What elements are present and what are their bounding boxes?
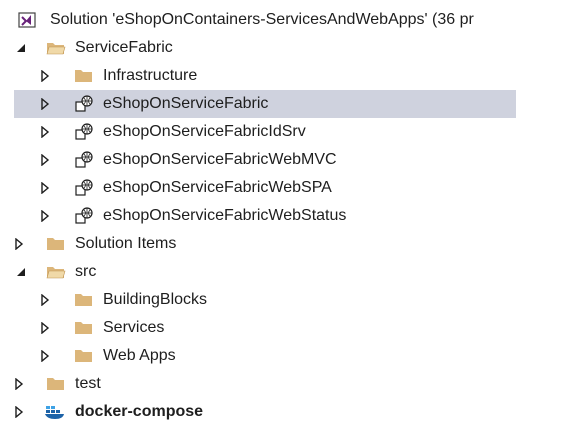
service-fabric-project-icon: [74, 95, 94, 113]
tree-row-web-apps[interactable]: Web Apps: [0, 342, 564, 370]
folder-icon: [74, 319, 94, 337]
collapsed-arrow-icon[interactable]: [38, 286, 52, 314]
tree-item-label: Web Apps: [103, 347, 176, 364]
collapsed-arrow-icon[interactable]: [12, 370, 26, 398]
tree-item-label: src: [75, 263, 97, 280]
collapsed-arrow-icon[interactable]: [38, 118, 52, 146]
tree-item-label: BuildingBlocks: [103, 291, 208, 308]
folder-icon: [74, 67, 94, 85]
collapsed-arrow-icon[interactable]: [12, 398, 26, 426]
tree-row-eshoponservicefabric[interactable]: eShopOnServiceFabric: [14, 90, 516, 118]
tree-item-label: docker-compose: [75, 403, 204, 420]
service-fabric-project-icon: [74, 151, 94, 169]
tree-row-solution-items[interactable]: Solution Items: [0, 230, 564, 258]
tree-row-eshoponservicefabricidsrv[interactable]: eShopOnServiceFabricIdSrv: [0, 118, 564, 146]
folder-icon: [74, 347, 94, 365]
collapsed-arrow-icon[interactable]: [38, 342, 52, 370]
folder-icon: [46, 235, 66, 253]
service-fabric-project-icon: [74, 207, 94, 225]
collapsed-arrow-icon[interactable]: [38, 146, 52, 174]
folder-open-icon: [46, 263, 66, 281]
tree-row-servicefabric[interactable]: ServiceFabric: [0, 34, 564, 62]
folder-icon: [46, 375, 66, 393]
expanded-arrow-icon[interactable]: [14, 34, 28, 62]
tree-row-src[interactable]: src: [0, 258, 564, 286]
tree-item-label: eShopOnServiceFabricWebMVC: [103, 151, 337, 168]
tree-item-label: Infrastructure: [103, 67, 198, 84]
tree-item-label: eShopOnServiceFabricIdSrv: [103, 123, 306, 140]
tree-row-docker-compose[interactable]: docker-compose: [0, 398, 564, 426]
tree-row-solution[interactable]: Solution 'eShopOnContainers-ServicesAndW…: [0, 6, 564, 34]
solution-label: Solution 'eShopOnContainers-ServicesAndW…: [50, 11, 474, 28]
collapsed-arrow-icon[interactable]: [38, 62, 52, 90]
collapsed-arrow-icon[interactable]: [38, 202, 52, 230]
tree-item-label: eShopOnServiceFabricWebSPA: [103, 179, 332, 196]
tree-row-test[interactable]: test: [0, 370, 564, 398]
service-fabric-project-icon: [74, 179, 94, 197]
tree-row-eshoponservicefabricwebspa[interactable]: eShopOnServiceFabricWebSPA: [0, 174, 564, 202]
tree-item-label: test: [75, 375, 101, 392]
visual-studio-solution-icon: [18, 11, 38, 29]
tree-item-label: eShopOnServiceFabric: [103, 95, 269, 112]
docker-compose-icon: [44, 403, 64, 421]
tree-row-services[interactable]: Services: [0, 314, 564, 342]
tree-row-eshoponservicefabricwebmvc[interactable]: eShopOnServiceFabricWebMVC: [0, 146, 564, 174]
folder-icon: [74, 291, 94, 309]
tree-row-eshoponservicefabricwebstatus[interactable]: eShopOnServiceFabricWebStatus: [0, 202, 564, 230]
collapsed-arrow-icon[interactable]: [38, 314, 52, 342]
solution-explorer-tree: Solution 'eShopOnContainers-ServicesAndW…: [0, 0, 564, 436]
folder-open-icon: [46, 39, 66, 57]
tree-row-infrastructure[interactable]: Infrastructure: [0, 62, 564, 90]
collapsed-arrow-icon[interactable]: [12, 230, 26, 258]
tree-row-buildingblocks[interactable]: BuildingBlocks: [0, 286, 564, 314]
tree-item-label: eShopOnServiceFabricWebStatus: [103, 207, 347, 224]
tree-item-label: ServiceFabric: [75, 39, 173, 56]
tree-item-label: Solution Items: [75, 235, 177, 252]
collapsed-arrow-icon[interactable]: [38, 174, 52, 202]
expanded-arrow-icon[interactable]: [14, 258, 28, 286]
service-fabric-project-icon: [74, 123, 94, 141]
collapsed-arrow-icon[interactable]: [38, 90, 52, 118]
tree-item-label: Services: [103, 319, 165, 336]
